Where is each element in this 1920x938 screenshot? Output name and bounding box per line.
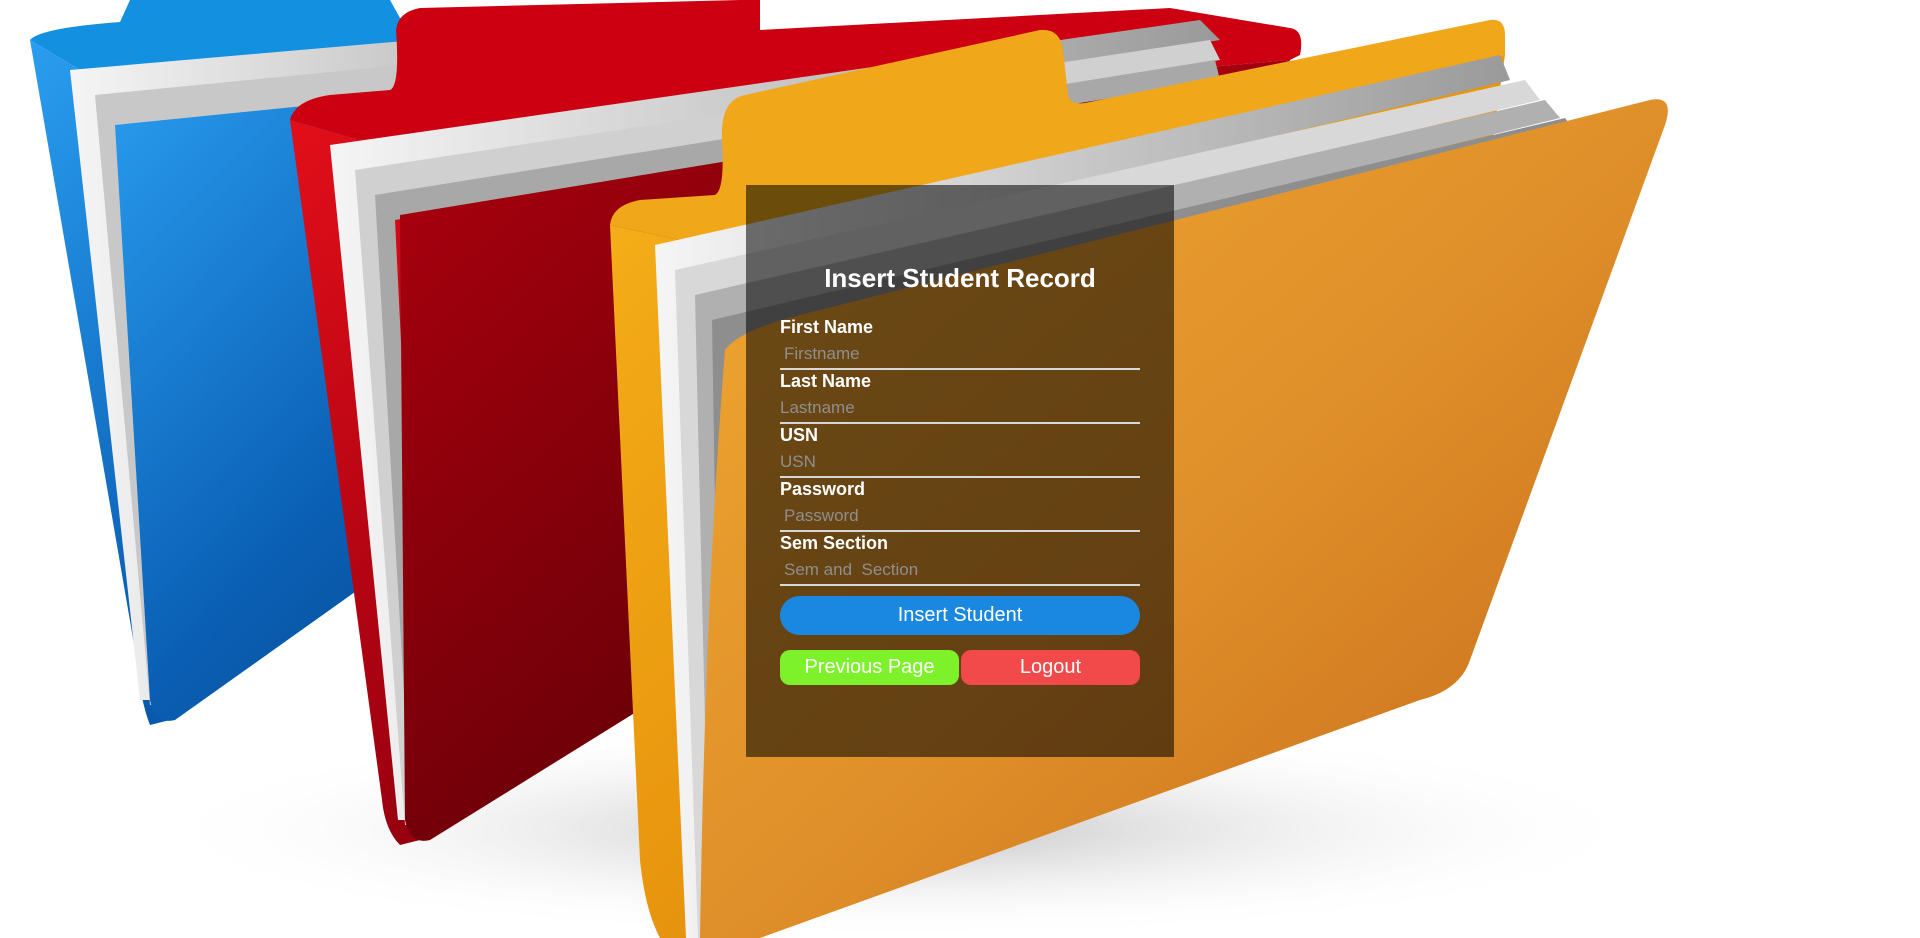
logout-button[interactable]: Logout bbox=[961, 650, 1140, 685]
usn-label: USN bbox=[780, 425, 819, 445]
form-title: Insert Student Record bbox=[824, 263, 1096, 293]
last-name-input[interactable] bbox=[780, 392, 1140, 424]
sem-section-input[interactable] bbox=[780, 554, 1140, 586]
usn-input[interactable] bbox=[780, 446, 1140, 478]
usn-group: USN bbox=[780, 424, 1140, 478]
insert-student-form: Insert Student Record First Name Last Na… bbox=[746, 185, 1174, 757]
navigation-button-row: Previous Page Logout bbox=[780, 650, 1140, 685]
first-name-label: First Name bbox=[780, 317, 874, 337]
last-name-group: Last Name bbox=[780, 370, 1140, 424]
password-group: Password bbox=[780, 478, 1140, 532]
sem-section-group: Sem Section bbox=[780, 532, 1140, 586]
password-label: Password bbox=[780, 479, 866, 499]
first-name-input[interactable] bbox=[780, 338, 1140, 370]
first-name-group: First Name bbox=[780, 316, 1140, 370]
insert-student-button[interactable]: Insert Student bbox=[780, 596, 1140, 635]
last-name-label: Last Name bbox=[780, 371, 872, 391]
previous-page-button[interactable]: Previous Page bbox=[780, 650, 959, 685]
password-input[interactable] bbox=[780, 500, 1140, 532]
sem-section-label: Sem Section bbox=[780, 533, 889, 553]
